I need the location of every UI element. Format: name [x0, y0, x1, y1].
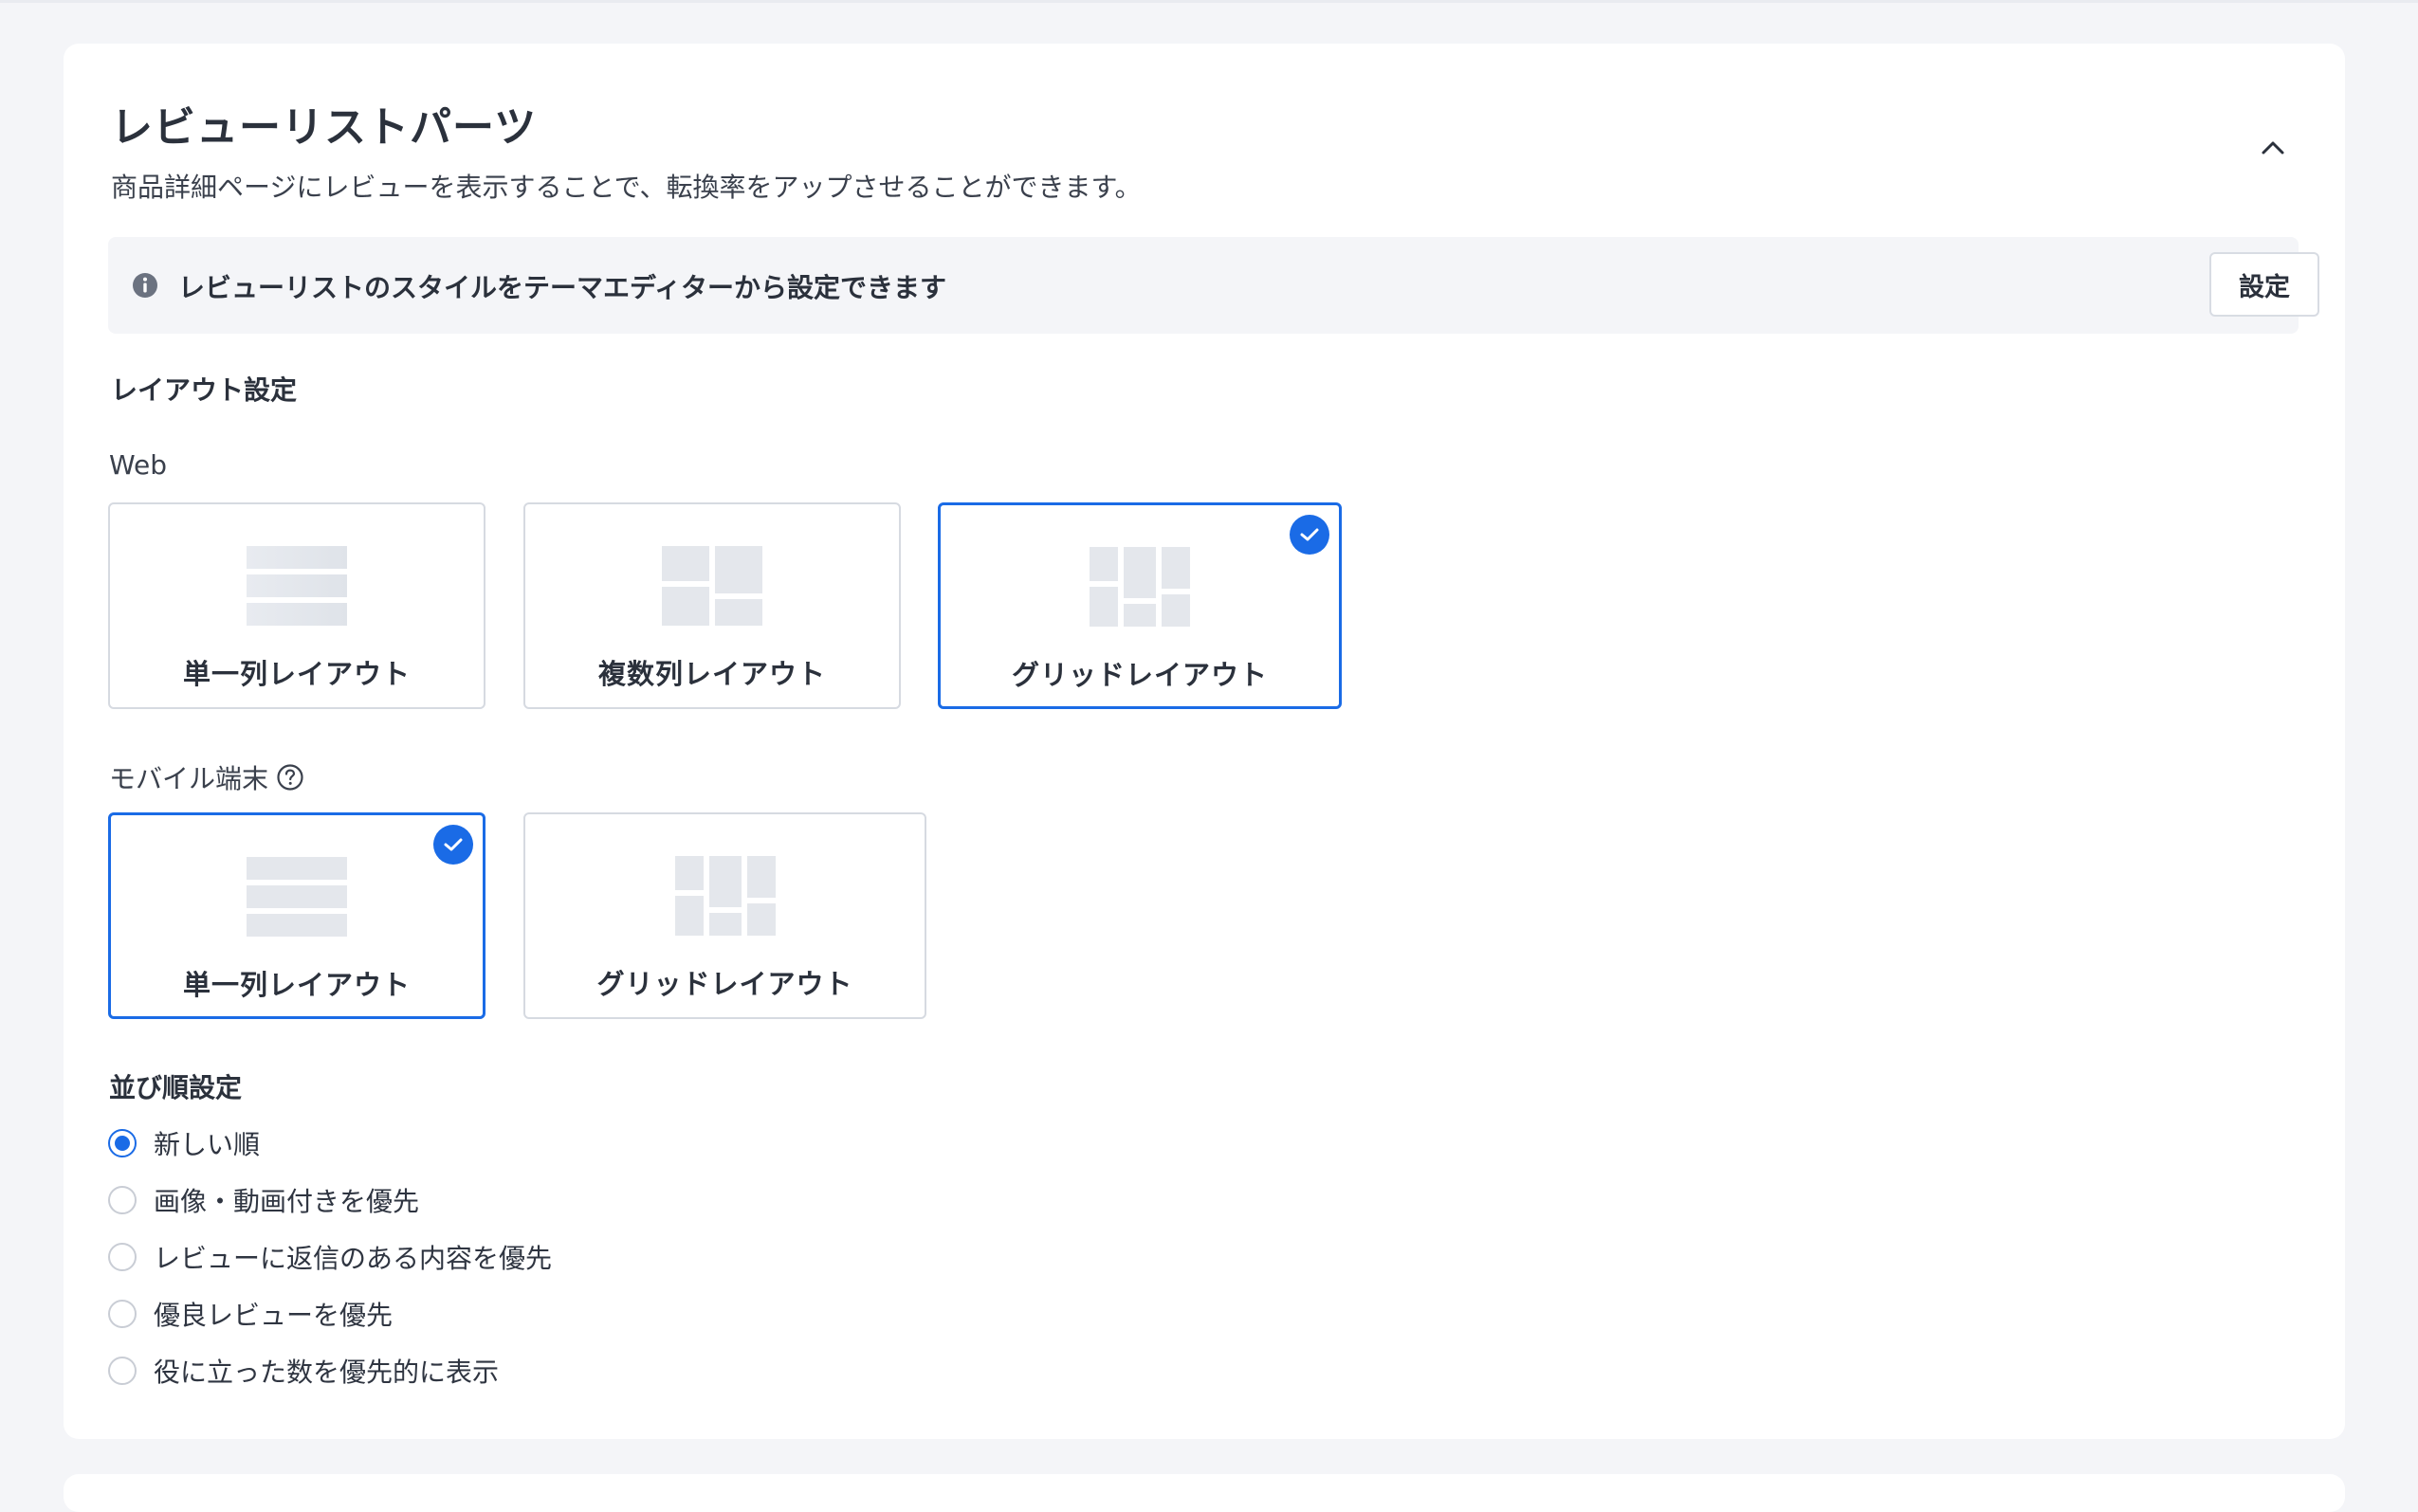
web-option-multi-column[interactable]: 複数列レイアウト — [523, 502, 901, 709]
selected-check-icon — [433, 825, 473, 865]
radio-button[interactable] — [108, 1357, 137, 1385]
next-panel — [64, 1474, 2345, 1512]
mobile-label: モバイル端末 — [109, 763, 269, 794]
option-label: 単一列レイアウト — [182, 658, 411, 690]
web-option-grid[interactable]: グリッドレイアウト — [938, 502, 1342, 709]
review-list-panel: レビューリストパーツ 商品詳細ページにレビューを表示することで、転換率をアップさ… — [64, 44, 2345, 1439]
radio-label: 新しい順 — [154, 1129, 261, 1160]
sort-option-replied-first[interactable]: レビューに返信のある内容を優先 — [108, 1238, 552, 1276]
radio-label: 役に立った数を優先的に表示 — [154, 1357, 500, 1388]
grid-layout-icon — [1090, 547, 1190, 627]
radio-label: レビューに返信のある内容を優先 — [154, 1243, 553, 1274]
info-banner: レビューリストのスタイルをテーマエディターから設定できます 設定 — [108, 237, 2319, 334]
collapse-button[interactable] — [2254, 129, 2292, 167]
chevron-up-icon — [2262, 141, 2284, 155]
layout-settings-heading: レイアウト設定 — [111, 374, 298, 406]
sort-settings-heading: 並び順設定 — [109, 1072, 243, 1103]
sort-option-quality-first[interactable]: 優良レビューを優先 — [108, 1295, 393, 1333]
option-label: グリッドレイアウト — [596, 968, 853, 1000]
grid-layout-icon — [674, 856, 776, 936]
sort-option-newest[interactable]: 新しい順 — [108, 1124, 260, 1162]
radio-label: 画像・動画付きを優先 — [154, 1186, 420, 1217]
selected-check-icon — [1290, 515, 1329, 555]
info-banner-text: レビューリストのスタイルをテーマエディターから設定できます — [178, 272, 947, 303]
question-circle-icon[interactable] — [276, 763, 304, 792]
multi-column-layout-icon — [662, 546, 762, 626]
mobile-option-single-column[interactable]: 単一列レイアウト — [108, 812, 485, 1019]
option-label: 単一列レイアウト — [182, 969, 411, 1001]
radio-button[interactable] — [108, 1243, 137, 1271]
info-icon — [133, 273, 157, 298]
radio-button[interactable] — [108, 1300, 137, 1328]
settings-button[interactable]: 設定 — [2209, 252, 2319, 317]
radio-label: 優良レビューを優先 — [154, 1300, 394, 1331]
single-column-layout-icon — [247, 857, 347, 937]
option-label: 複数列レイアウト — [597, 658, 826, 690]
radio-button[interactable] — [108, 1186, 137, 1214]
mobile-option-grid[interactable]: グリッドレイアウト — [523, 812, 926, 1019]
panel-description: 商品詳細ページにレビューを表示することで、転換率をアップさせることができます。 — [111, 172, 1142, 203]
mobile-label-row: モバイル端末 — [109, 758, 304, 796]
option-label: グリッドレイアウト — [1011, 659, 1268, 691]
sort-option-helpful-first[interactable]: 役に立った数を優先的に表示 — [108, 1352, 499, 1390]
sort-option-media-first[interactable]: 画像・動画付きを優先 — [108, 1181, 419, 1219]
web-label: Web — [109, 449, 168, 481]
panel-title: レビューリストパーツ — [111, 103, 538, 152]
single-column-layout-icon — [247, 546, 347, 626]
radio-button[interactable] — [108, 1129, 137, 1157]
web-option-single-column[interactable]: 単一列レイアウト — [108, 502, 485, 709]
top-divider — [0, 0, 2418, 3]
